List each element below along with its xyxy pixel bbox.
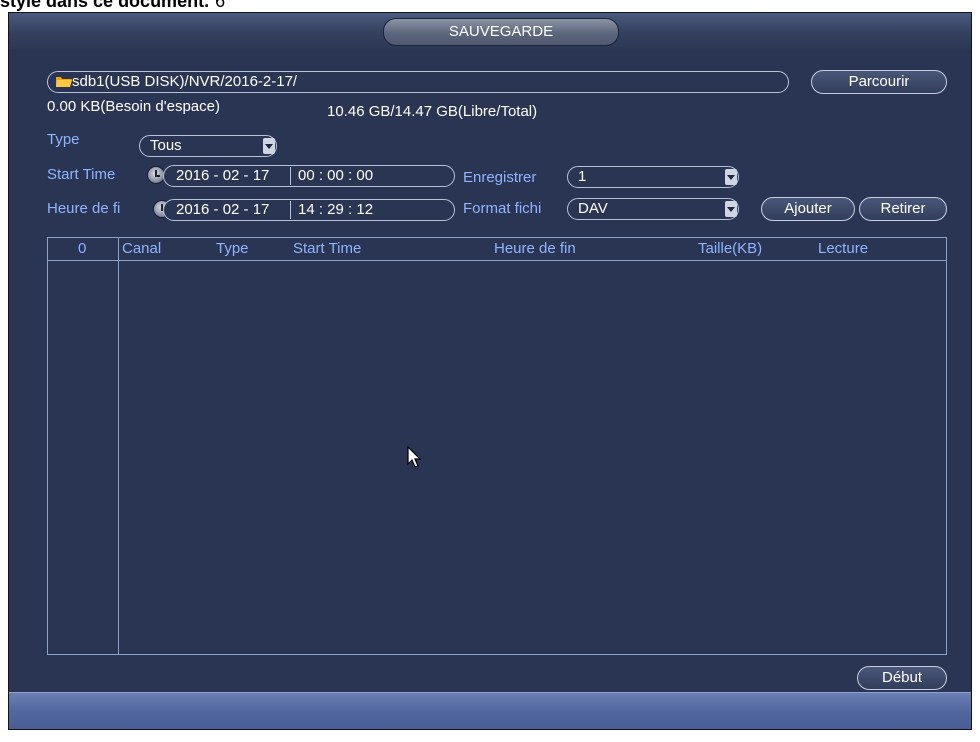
start-time-value: 00 : 00 : 00 (298, 167, 374, 184)
file-table[interactable]: 0 Canal Type Start Time Heure de fin Tai… (47, 237, 947, 655)
start-button[interactable]: Début (857, 666, 947, 690)
type-value: Tous (150, 137, 182, 154)
title-bar: SAUVEGARDE (9, 13, 971, 49)
divider (290, 201, 291, 219)
chevron-down-icon (263, 138, 275, 154)
column-header-channel: Canal (122, 240, 162, 257)
document-caption: style dans ce document. 6 (0, 0, 225, 12)
divider (290, 167, 291, 185)
end-time-label: Heure de fi (47, 200, 121, 217)
caption-text: style dans ce document. (0, 0, 210, 11)
backup-window: SAUVEGARDE sdb1(USB DISK)/NVR/2016-2-17/… (8, 12, 972, 730)
status-bar (9, 692, 971, 729)
column-header-select[interactable]: 0 (78, 238, 86, 260)
column-header-type: Type (216, 240, 249, 257)
record-select[interactable]: 1 (567, 166, 739, 188)
table-header: 0 Canal Type Start Time Heure de fin Tai… (48, 238, 946, 261)
path-value: sdb1(USB DISK)/NVR/2016-2-17/ (72, 73, 298, 90)
format-value: DAV (578, 200, 608, 217)
window-title: SAUVEGARDE (383, 18, 619, 46)
end-datetime-field[interactable]: 2016 - 02 - 17 14 : 29 : 12 (163, 199, 455, 221)
start-time-label: Start Time (47, 166, 116, 183)
record-label: Enregistrer (463, 169, 537, 186)
column-header-playback: Lecture (818, 240, 869, 257)
folder-icon (56, 77, 72, 87)
add-button[interactable]: Ajouter (761, 197, 855, 221)
record-value: 1 (578, 168, 587, 185)
mouse-cursor-icon (407, 446, 422, 468)
free-total-space: 10.46 GB/14.47 GB(Libre/Total) (327, 103, 538, 120)
end-time-value: 14 : 29 : 12 (298, 201, 374, 218)
column-divider (118, 238, 119, 654)
start-datetime-field[interactable]: 2016 - 02 - 17 00 : 00 : 00 (163, 165, 455, 187)
column-header-size: Taille(KB) (698, 240, 763, 257)
type-label: Type (47, 131, 80, 148)
chevron-down-icon (725, 169, 737, 185)
remove-button[interactable]: Retirer (859, 197, 947, 221)
format-label: Format fichi (463, 200, 542, 217)
end-date: 2016 - 02 - 17 (176, 201, 270, 218)
caption-suffix: 6 (215, 0, 226, 11)
format-select[interactable]: DAV (567, 198, 739, 220)
column-header-start-time: Start Time (293, 240, 362, 257)
path-field[interactable]: sdb1(USB DISK)/NVR/2016-2-17/ (47, 71, 789, 93)
backup-panel: sdb1(USB DISK)/NVR/2016-2-17/ Parcourir … (9, 49, 971, 695)
type-select[interactable]: Tous (139, 135, 277, 157)
browse-button[interactable]: Parcourir (811, 70, 947, 94)
start-date: 2016 - 02 - 17 (176, 167, 270, 184)
required-space: 0.00 KB(Besoin d'espace) (47, 98, 220, 115)
chevron-down-icon (725, 201, 737, 217)
column-header-end-time: Heure de fin (494, 240, 576, 257)
